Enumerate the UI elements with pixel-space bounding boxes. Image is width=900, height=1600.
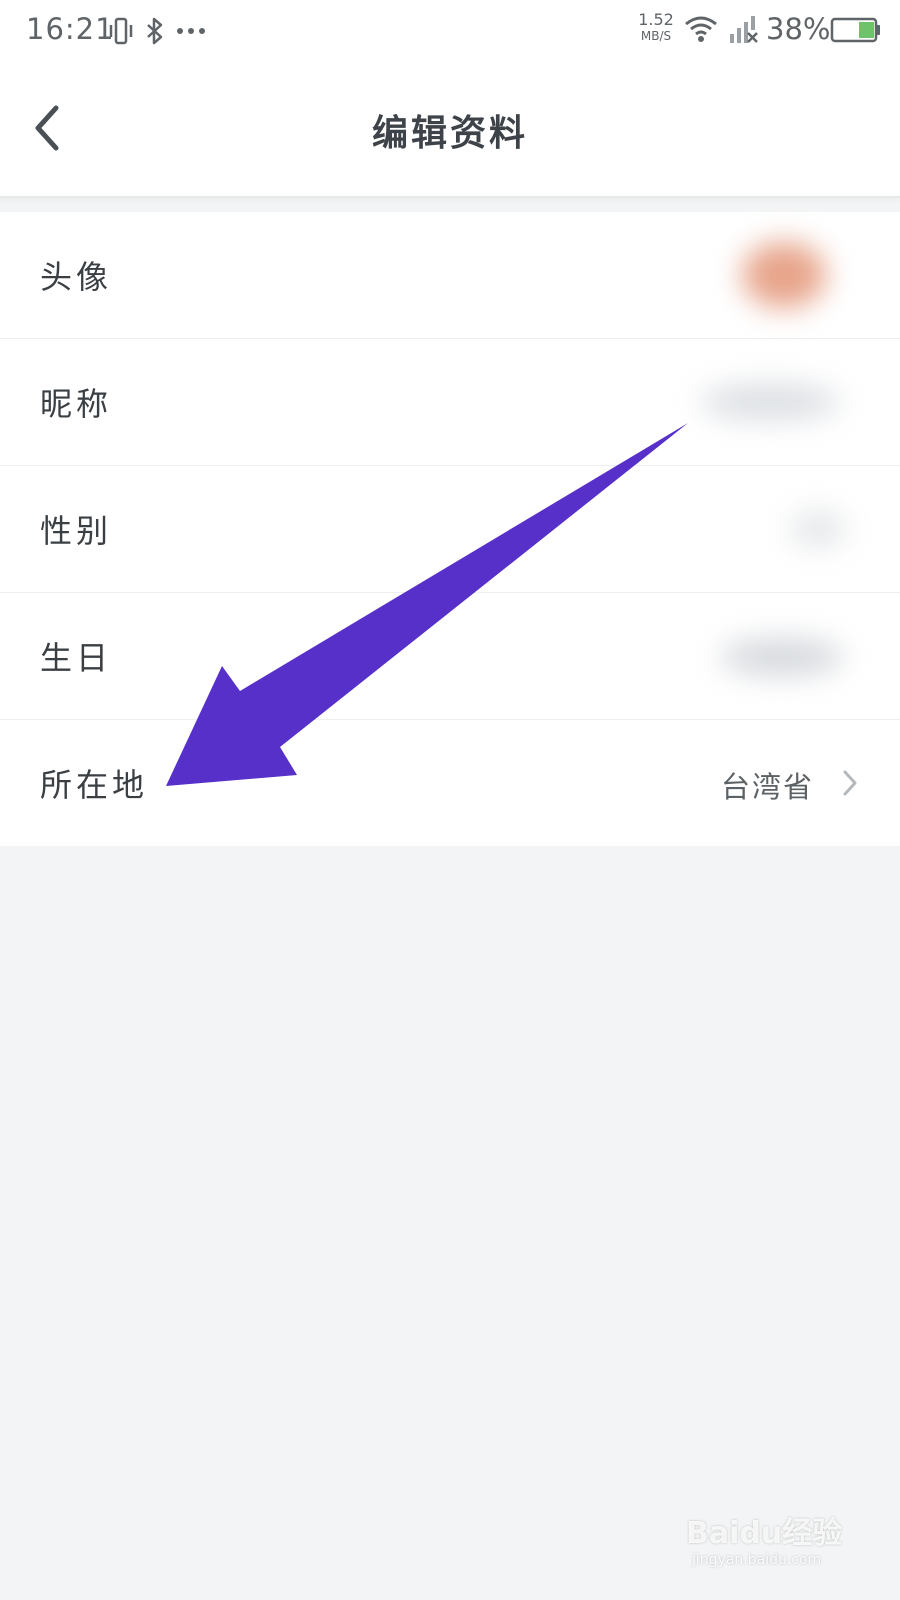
profile-row-birthday[interactable]: 生日 — [0, 593, 900, 720]
edit-profile-screen: 16:21 1.52 MB/S 38% 编辑资料 头像 昵称 性别 生日 所在地… — [0, 0, 900, 1600]
more-dots-icon — [177, 28, 205, 34]
chevron-right-icon — [843, 770, 857, 796]
profile-settings-list: 头像 昵称 性别 生日 所在地 台湾省 — [0, 212, 900, 846]
vibrate-icon — [109, 17, 133, 45]
battery-percent: 38% — [766, 12, 831, 46]
app-header: 编辑资料 — [0, 62, 900, 198]
profile-row-location[interactable]: 所在地 台湾省 — [0, 720, 900, 846]
network-speed: 1.52 MB/S — [634, 12, 678, 44]
row-label-avatar: 头像 — [40, 258, 113, 296]
profile-row-gender[interactable]: 性别 — [0, 466, 900, 593]
battery-icon — [830, 17, 880, 43]
baidu-jingyan-watermark: Baidu经验 jingyan.baidu.com — [686, 1500, 866, 1580]
row-label-nickname: 昵称 — [40, 385, 113, 423]
profile-row-nickname[interactable]: 昵称 — [0, 339, 900, 466]
row-label-gender: 性别 — [40, 512, 113, 550]
watermark-main-text: Baidu经验 — [686, 1516, 843, 1551]
gender-value-blurred — [790, 510, 846, 548]
status-time: 16:21 — [26, 12, 115, 46]
wifi-icon — [685, 16, 717, 42]
watermark-url-text: jingyan.baidu.com — [692, 1552, 822, 1568]
nickname-value-blurred — [700, 383, 840, 421]
row-label-birthday: 生日 — [40, 639, 113, 677]
status-bar: 16:21 1.52 MB/S 38% — [0, 0, 900, 62]
birthday-value-blurred — [720, 637, 844, 677]
bluetooth-icon — [147, 17, 163, 45]
network-speed-unit: MB/S — [640, 29, 672, 43]
page-title: 编辑资料 — [371, 112, 528, 154]
row-label-location: 所在地 — [40, 766, 149, 804]
location-value: 台湾省 — [720, 770, 814, 804]
profile-row-avatar[interactable]: 头像 — [0, 212, 900, 339]
network-speed-value: 1.52 — [638, 10, 674, 29]
avatar[interactable] — [742, 242, 826, 308]
signal-no-service-icon — [730, 16, 758, 43]
